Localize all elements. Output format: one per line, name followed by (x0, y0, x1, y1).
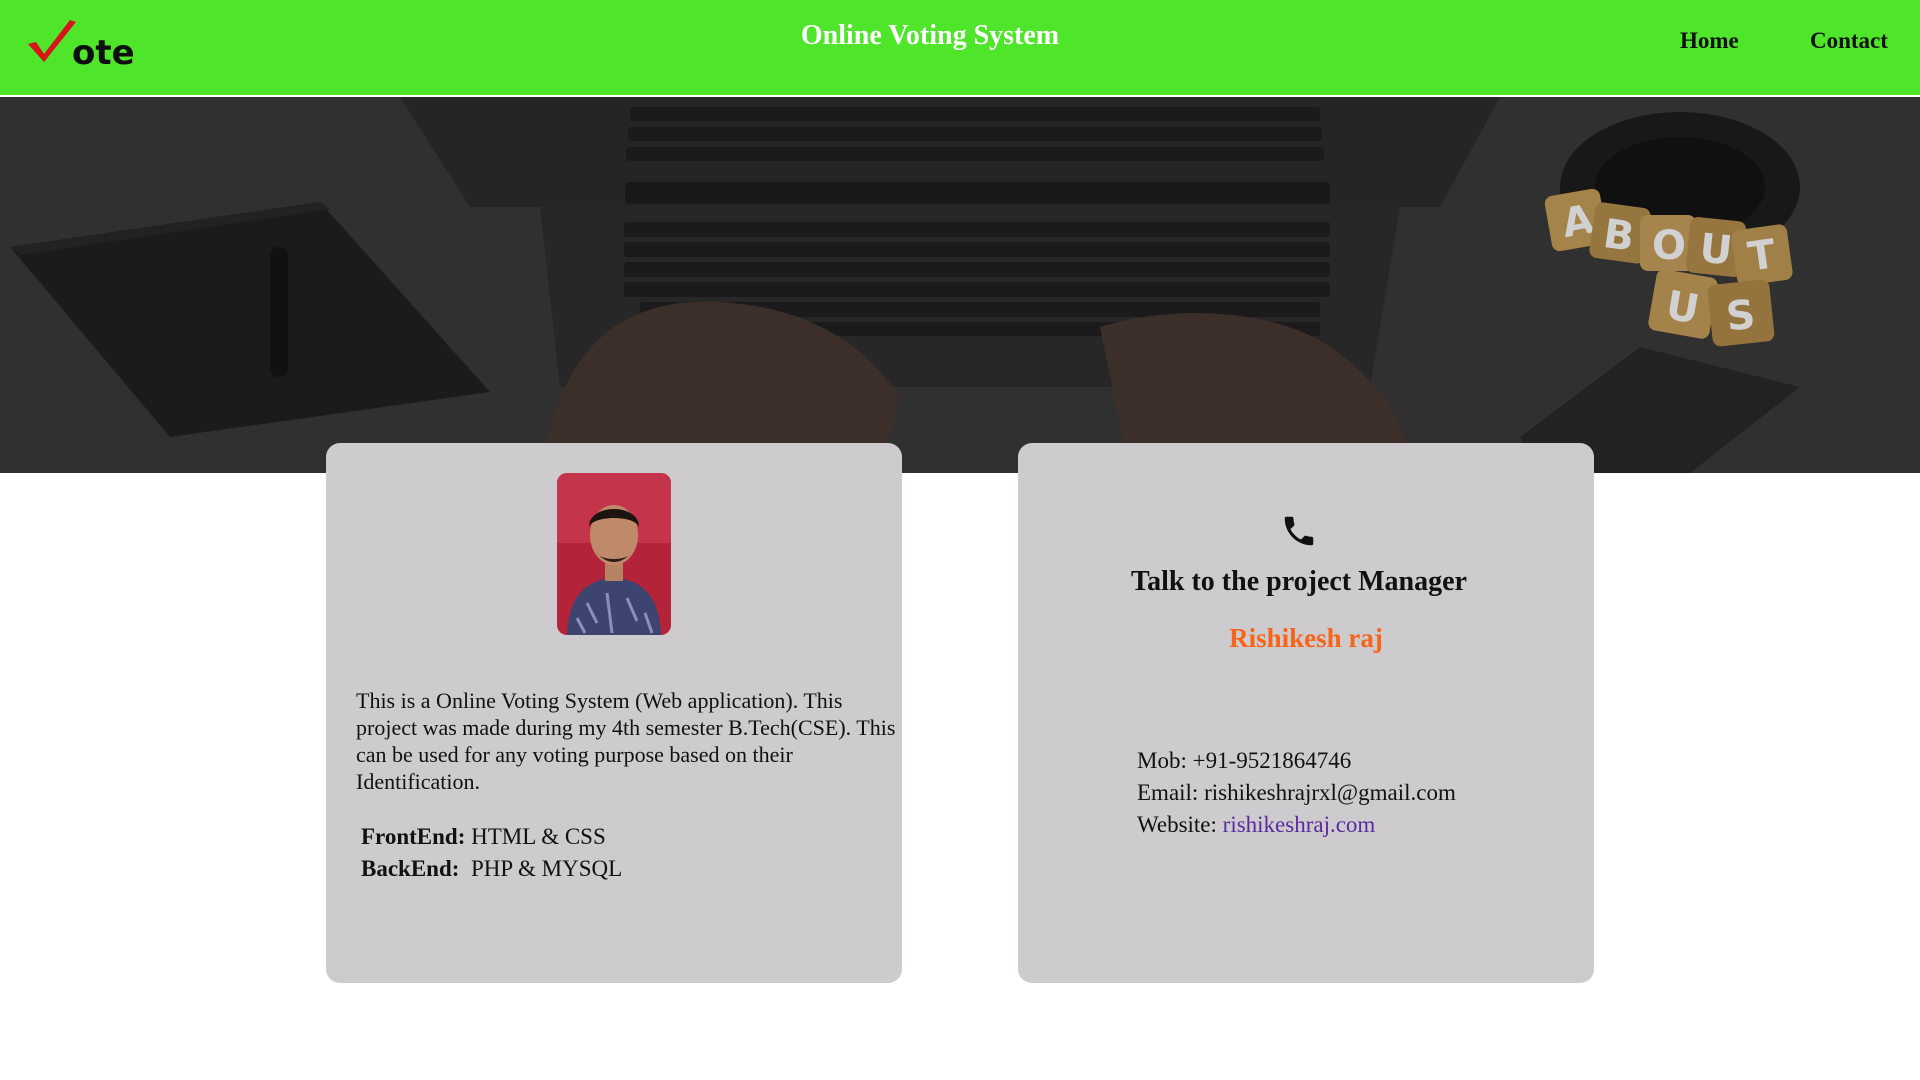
about-banner: A B O U T U S (0, 97, 1920, 473)
backend-label: BackEnd: (361, 856, 460, 881)
manager-name: Rishikesh raj (1229, 623, 1383, 653)
backend-info: BackEnd: PHP & MYSQL (361, 856, 622, 882)
website-label: Website: (1137, 812, 1217, 837)
about-card: This is a Online Voting System (Web appl… (326, 443, 902, 983)
navbar: ote Online Voting System Home Contact (0, 0, 1920, 97)
frontend-label: FrontEnd: (361, 824, 466, 849)
site-title: Online Voting System (800, 20, 1060, 51)
mobile-line: Mob: +91-9521864746 (1137, 748, 1351, 774)
nav-home-link[interactable]: Home (1680, 28, 1739, 54)
backend-value: PHP & MYSQL (470, 856, 623, 881)
laptop-keyboard-hands-photo: A B O U T U S (0, 97, 1920, 473)
profile-photo (557, 473, 671, 635)
mobile-value: +91-9521864746 (1192, 748, 1352, 773)
nav-contact-link[interactable]: Contact (1810, 28, 1888, 54)
frontend-value: HTML & CSS (471, 824, 606, 849)
website-line: Website: rishikeshraj.com (1137, 812, 1375, 838)
email-label: Email: (1137, 780, 1199, 805)
email-line: Email: rishikeshrajrxl@gmail.com (1137, 780, 1456, 806)
website-link[interactable]: rishikeshraj.com (1223, 812, 1376, 837)
contact-card: Talk to the project Manager Rishikesh ra… (1018, 443, 1594, 983)
phone-icon (1280, 512, 1318, 550)
talk-heading: Talk to the project Manager (1131, 566, 1467, 597)
frontend-info: FrontEnd: HTML & CSS (361, 824, 606, 850)
project-description: This is a Online Voting System (Web appl… (356, 688, 896, 794)
email-value: rishikeshrajrxl@gmail.com (1204, 780, 1456, 805)
mobile-label: Mob: (1137, 748, 1187, 773)
